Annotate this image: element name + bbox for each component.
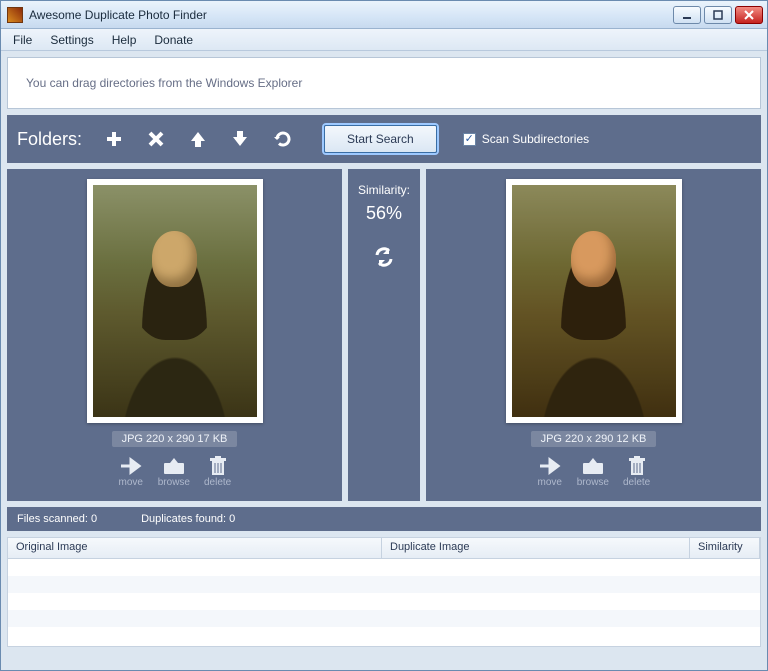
titlebar: Awesome Duplicate Photo Finder <box>1 1 767 29</box>
table-row <box>8 559 760 576</box>
menubar: File Settings Help Donate <box>1 29 767 51</box>
move-up-button[interactable] <box>184 125 212 153</box>
similarity-value: 56% <box>366 203 402 224</box>
right-delete-label: delete <box>623 477 650 488</box>
start-search-button[interactable]: Start Search <box>324 125 437 153</box>
col-original-image[interactable]: Original Image <box>8 538 382 558</box>
right-delete-button[interactable]: delete <box>623 455 650 488</box>
menu-help[interactable]: Help <box>104 31 145 49</box>
left-image[interactable] <box>87 179 263 423</box>
scan-subdirs-label: Scan Subdirectories <box>482 132 589 146</box>
folder-up-icon <box>161 455 187 477</box>
table-row <box>8 627 760 644</box>
left-move-label: move <box>119 477 143 488</box>
minimize-button[interactable] <box>673 6 701 24</box>
right-actions: move browse delete <box>537 455 651 488</box>
arrow-right-icon <box>537 455 563 477</box>
left-delete-button[interactable]: delete <box>204 455 231 488</box>
menu-file[interactable]: File <box>5 31 40 49</box>
right-image-content <box>512 185 676 417</box>
right-panel: JPG 220 x 290 12 KB move browse delete <box>426 169 761 501</box>
remove-folder-button[interactable] <box>142 125 170 153</box>
left-delete-label: delete <box>204 477 231 488</box>
arrow-right-icon <box>118 455 144 477</box>
table-row <box>8 593 760 610</box>
results-table-header: Original Image Duplicate Image Similarit… <box>7 537 761 559</box>
app-icon <box>7 7 23 23</box>
menu-settings[interactable]: Settings <box>42 31 101 49</box>
status-duplicates-found: Duplicates found: 0 <box>141 513 235 525</box>
start-search-label: Start Search <box>347 132 414 146</box>
folder-up-icon <box>580 455 606 477</box>
results-table-body[interactable] <box>7 559 761 647</box>
table-row <box>8 610 760 627</box>
folders-label: Folders: <box>17 129 82 150</box>
right-browse-button[interactable]: browse <box>577 455 609 488</box>
right-image-meta: JPG 220 x 290 12 KB <box>531 431 657 447</box>
left-panel: JPG 220 x 290 17 KB move browse delete <box>7 169 342 501</box>
window-title: Awesome Duplicate Photo Finder <box>29 8 207 22</box>
left-image-content <box>93 185 257 417</box>
right-move-button[interactable]: move <box>537 455 563 488</box>
swap-button[interactable] <box>373 246 395 271</box>
maximize-button[interactable] <box>704 6 732 24</box>
col-similarity[interactable]: Similarity <box>690 538 760 558</box>
left-image-meta: JPG 220 x 290 17 KB <box>112 431 238 447</box>
add-folder-button[interactable] <box>100 125 128 153</box>
left-browse-label: browse <box>158 477 190 488</box>
right-move-label: move <box>538 477 562 488</box>
left-actions: move browse delete <box>118 455 232 488</box>
scan-subdirs-checkbox[interactable] <box>463 133 476 146</box>
status-bar: Files scanned: 0 Duplicates found: 0 <box>7 507 761 531</box>
left-move-button[interactable]: move <box>118 455 144 488</box>
right-browse-label: browse <box>577 477 609 488</box>
hint-box: You can drag directories from the Window… <box>7 57 761 109</box>
undo-button[interactable] <box>268 125 296 153</box>
col-duplicate-image[interactable]: Duplicate Image <box>382 538 690 558</box>
trash-icon <box>624 455 650 477</box>
table-row <box>8 576 760 593</box>
similarity-label: Similarity: <box>358 183 410 197</box>
compare-row: JPG 220 x 290 17 KB move browse delete S… <box>7 169 761 501</box>
trash-icon <box>205 455 231 477</box>
folders-toolbar: Folders: Start Search Scan Subdirectorie… <box>7 115 761 163</box>
menu-donate[interactable]: Donate <box>146 31 201 49</box>
status-files-scanned: Files scanned: 0 <box>17 513 97 525</box>
left-browse-button[interactable]: browse <box>158 455 190 488</box>
right-image[interactable] <box>506 179 682 423</box>
move-down-button[interactable] <box>226 125 254 153</box>
hint-text: You can drag directories from the Window… <box>26 76 302 90</box>
similarity-panel: Similarity: 56% <box>348 169 420 501</box>
close-button[interactable] <box>735 6 763 24</box>
